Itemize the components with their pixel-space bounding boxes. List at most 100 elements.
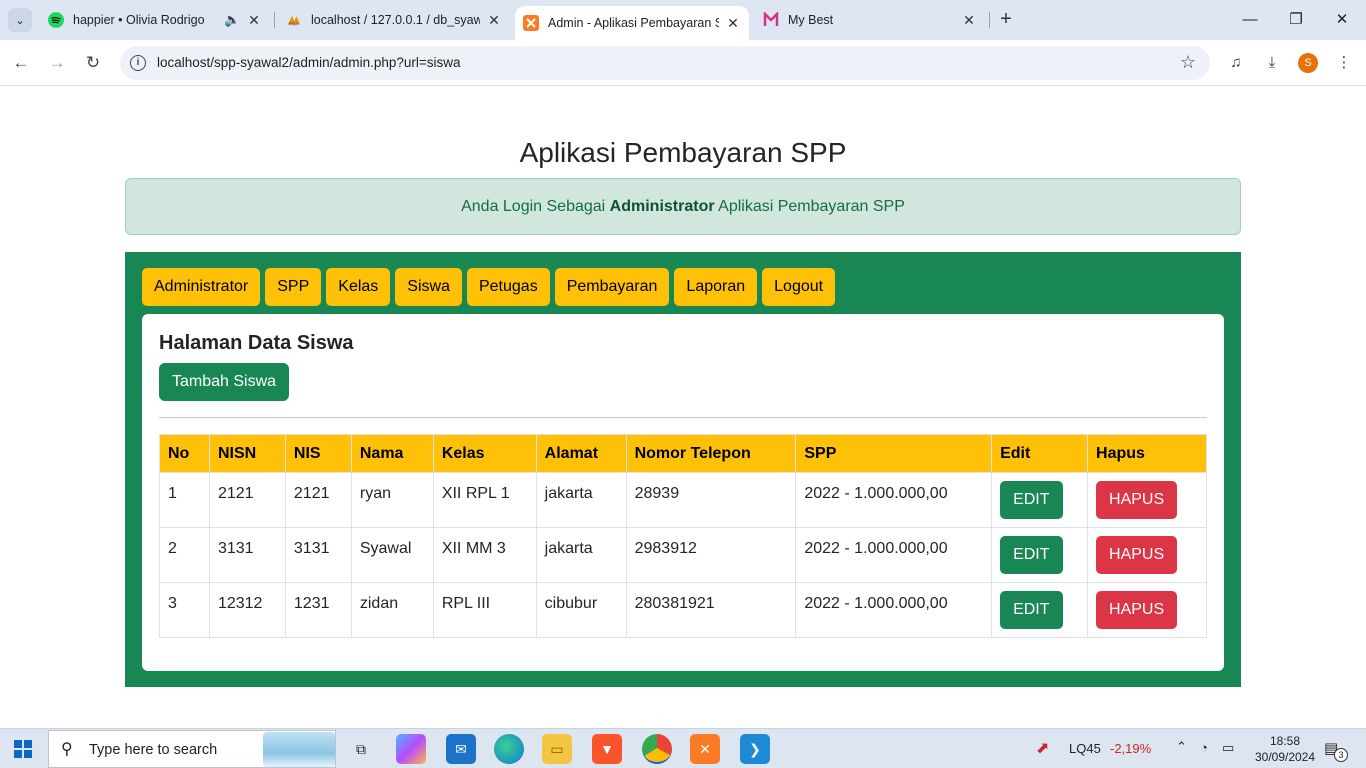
tab-search-button[interactable]: ⌄ [8, 8, 32, 32]
cell-nama: ryan [350, 472, 434, 528]
tab-separator [274, 12, 275, 28]
copilot-icon[interactable] [396, 734, 426, 764]
delete-button[interactable]: HAPUS [1096, 481, 1178, 519]
taskbar-search[interactable]: ⚲ Type here to search [48, 730, 336, 768]
taskbar: ⚲ Type here to search ⧉ ✉ ▭ ▼ ✕ ❯ ⬈ LQ45… [0, 728, 1366, 768]
header-hapus: Hapus [1087, 434, 1207, 473]
close-tab-icon[interactable]: ✕ [246, 12, 262, 29]
edit-button[interactable]: EDIT [1000, 536, 1063, 574]
cell-telepon: 28939 [625, 472, 797, 528]
edge-icon[interactable] [494, 734, 524, 764]
media-control-icon[interactable]: ♫ [1225, 52, 1247, 74]
reload-icon[interactable]: ↻ [80, 50, 106, 76]
header-nama: Nama [350, 434, 434, 473]
menu-laporan-button[interactable]: Laporan [674, 268, 758, 306]
cell-spp: 2022 - 1.000.000,00 [795, 527, 993, 583]
edit-button[interactable]: EDIT [1000, 481, 1063, 519]
menu-pembayaran-button[interactable]: Pembayaran [554, 268, 670, 306]
network-icon[interactable]: ◔ [1200, 740, 1208, 755]
svg-text:PMA: PMA [289, 21, 299, 27]
tab-admin-spp[interactable]: Admin - Aplikasi Pembayaran SPP ✕ [515, 6, 749, 40]
minimize-icon[interactable]: — [1238, 8, 1262, 32]
cell-hapus: HAPUS [1087, 582, 1207, 638]
menu-logout-button[interactable]: Logout [762, 268, 836, 306]
cell-no: 1 [159, 472, 210, 528]
windows-start-icon[interactable] [14, 740, 32, 758]
cell-alamat: cibubur [535, 582, 627, 638]
menu-kebab-icon[interactable]: ⋮ [1333, 52, 1355, 74]
new-tab-icon[interactable]: + [995, 9, 1017, 31]
close-tab-icon[interactable]: ✕ [486, 12, 502, 29]
cell-edit: EDIT [991, 582, 1089, 638]
close-tab-icon[interactable]: ✕ [961, 12, 977, 29]
cell-hapus: HAPUS [1087, 527, 1207, 583]
cell-spp: 2022 - 1.000.000,00 [795, 472, 993, 528]
spotify-icon [48, 12, 64, 28]
task-view-icon[interactable]: ⧉ [346, 734, 376, 764]
menu-spp-button[interactable]: SPP [265, 268, 322, 306]
xampp-icon [523, 15, 539, 31]
cell-nis: 3131 [284, 527, 352, 583]
chevron-up-icon[interactable]: ⌃ [1176, 739, 1187, 755]
header-nisn: NISN [208, 434, 286, 473]
header-alamat: Alamat [535, 434, 627, 473]
cell-spp: 2022 - 1.000.000,00 [795, 582, 993, 638]
tab-my-best[interactable]: My Best ✕ [755, 0, 985, 40]
cell-nisn: 3131 [208, 527, 286, 583]
section-title: Halaman Data Siswa [159, 332, 354, 354]
menu-siswa-button[interactable]: Siswa [395, 268, 462, 306]
profile-avatar[interactable]: S [1298, 53, 1318, 73]
cell-nama: zidan [350, 582, 434, 638]
back-arrow-icon[interactable]: ← [8, 50, 34, 76]
restore-icon[interactable]: ❐ [1284, 8, 1308, 32]
header-edit: Edit [991, 434, 1089, 473]
page-title: Aplikasi Pembayaran SPP [519, 137, 847, 168]
file-explorer-icon[interactable]: ▭ [542, 734, 572, 764]
header-telepon: Nomor Telepon [625, 434, 797, 473]
taskbar-search-placeholder[interactable]: Type here to search [89, 742, 217, 758]
xampp-icon[interactable]: ✕ [690, 734, 720, 764]
delete-button[interactable]: HAPUS [1096, 536, 1178, 574]
speaker-icon[interactable]: 🔈 [224, 12, 240, 28]
menu-petugas-button[interactable]: Petugas [466, 268, 550, 306]
header-nis: NIS [284, 434, 352, 473]
tab-title: happier • Olivia Rodrigo [73, 13, 205, 27]
bookmark-star-icon[interactable]: ☆ [1180, 52, 1196, 73]
chrome-icon[interactable] [642, 734, 672, 764]
browser-toolbar: ← → ↻ i localhost/spp-syawal2/admin/admi… [0, 40, 1366, 86]
m-icon [763, 12, 779, 28]
mail-icon[interactable]: ✉ [446, 734, 476, 764]
clock[interactable]: 18:58 30/09/2024 [1250, 733, 1320, 765]
cell-telepon: 2983912 [625, 527, 797, 583]
student-table: No NISN NIS Nama Kelas Alamat Nomor Tele… [159, 434, 1207, 638]
brave-icon[interactable]: ▼ [592, 734, 622, 764]
cell-edit: EDIT [991, 527, 1089, 583]
tab-spotify[interactable]: happier • Olivia Rodrigo 🔈 ✕ [40, 0, 270, 40]
vscode-icon[interactable]: ❯ [740, 734, 770, 764]
table-row: 2 3131 3131 Syawal XII MM 3 jakarta 2983… [159, 527, 1207, 583]
address-bar[interactable]: i localhost/spp-syawal2/admin/admin.php?… [120, 46, 1210, 80]
tab-separator [989, 12, 990, 28]
cell-no: 2 [159, 527, 210, 583]
delete-button[interactable]: HAPUS [1096, 591, 1178, 629]
main-panel: Administrator SPP Kelas Siswa Petugas Pe… [125, 252, 1241, 687]
cell-kelas: XII RPL 1 [432, 472, 537, 528]
header-spp: SPP [795, 434, 993, 473]
add-student-button[interactable]: Tambah Siswa [159, 363, 290, 401]
menu-administrator-button[interactable]: Administrator [142, 268, 261, 306]
battery-icon[interactable]: ▭ [1222, 740, 1234, 756]
download-icon[interactable]: ⤓ [1261, 52, 1283, 74]
site-info-icon[interactable]: i [130, 55, 146, 71]
tab-phpmyadmin[interactable]: PMA localhost / 127.0.0.1 / db_syawal ✕ [278, 0, 510, 40]
close-window-icon[interactable]: ✕ [1330, 8, 1354, 32]
menu-kelas-button[interactable]: Kelas [326, 268, 391, 306]
forward-arrow-icon[interactable]: → [44, 50, 70, 76]
edit-button[interactable]: EDIT [1000, 591, 1063, 629]
close-tab-icon[interactable]: ✕ [725, 15, 741, 32]
search-highlight-image[interactable] [263, 732, 335, 767]
header-kelas: Kelas [432, 434, 537, 473]
stock-chart-icon[interactable]: ⬈ [1036, 738, 1049, 758]
stock-change[interactable]: -2,19% [1110, 741, 1151, 756]
stock-ticker[interactable]: LQ45 [1069, 741, 1101, 756]
address-url[interactable]: localhost/spp-syawal2/admin/admin.php?ur… [157, 55, 461, 70]
